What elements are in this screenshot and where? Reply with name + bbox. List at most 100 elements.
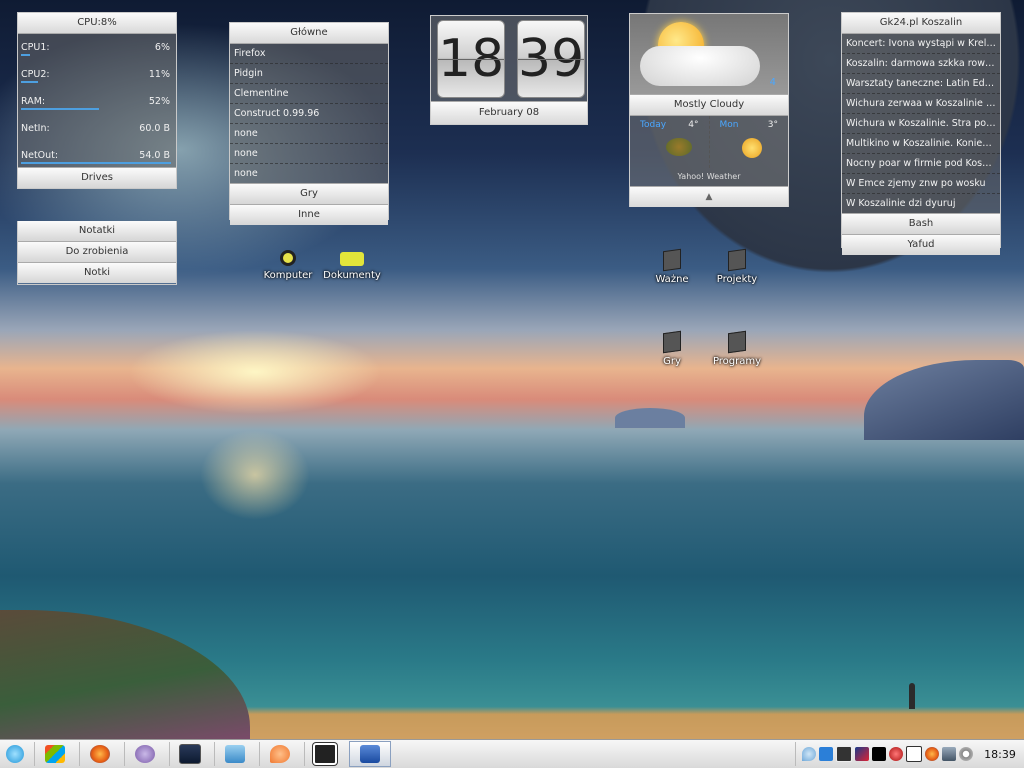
- news-item[interactable]: W Emce zjemy znw po wosku: [842, 174, 1000, 194]
- news-title: Gk24.pl Koszalin: [842, 13, 1000, 34]
- cloud-icon: [640, 46, 760, 86]
- pidgin-icon: [135, 745, 155, 763]
- terminal-icon[interactable]: [872, 747, 886, 761]
- desktop-icon-programy[interactable]: Programy: [702, 330, 772, 367]
- weather-widget: 4 Mostly Cloudy Today 4° Mon 3° Yahoo! W…: [629, 13, 789, 207]
- firefox-tray-icon[interactable]: [925, 747, 939, 761]
- stat-row-ram: RAM: 52%: [18, 88, 176, 115]
- news-item[interactable]: Wichura zerwaa w Koszalinie fr...: [842, 94, 1000, 114]
- do-zrobienia-button[interactable]: Do zrobienia: [18, 241, 176, 262]
- tomato-icon[interactable]: [889, 747, 903, 761]
- forecast-temp: 4°: [688, 120, 699, 130]
- desktop-icon-label: Dokumenty: [323, 270, 381, 281]
- notes-widget: Notatki Do zrobienia Notki: [17, 221, 177, 285]
- news-item[interactable]: Koszalin: darmowa szkka rowe...: [842, 54, 1000, 74]
- news-item[interactable]: Warsztaty taneczne: Latin Editi...: [842, 74, 1000, 94]
- documents-icon: [340, 252, 364, 266]
- news-item[interactable]: Koncert: Ivona wystąpi w Krelarni: [842, 34, 1000, 54]
- dropbox-icon[interactable]: [819, 747, 833, 761]
- folder-icon: [663, 248, 681, 272]
- folder-icon: [728, 248, 746, 272]
- stat-row-cpu1: CPU1: 6%: [18, 34, 176, 61]
- system-monitor-widget: CPU:8% CPU1: 6% CPU2: 11% RAM: 52% NetIn…: [17, 12, 177, 189]
- desktop-icon-label: Komputer: [263, 270, 313, 281]
- task-7zip[interactable]: [304, 742, 345, 766]
- desktop-icon-komputer[interactable]: Komputer: [253, 250, 323, 281]
- stat-label: CPU1:: [21, 42, 50, 53]
- stat-row-netin: NetIn: 60.0 B: [18, 115, 176, 142]
- stat-value: 54.0 B: [139, 150, 170, 161]
- bash-button[interactable]: Bash: [842, 213, 1000, 234]
- clock-hours: 18: [437, 20, 505, 98]
- drop-icon[interactable]: [802, 747, 816, 761]
- clementine-icon: [270, 745, 290, 763]
- island-right: [864, 360, 1024, 440]
- task-notebook[interactable]: [214, 742, 255, 766]
- monitor-icon: [179, 744, 201, 764]
- launcher-item-pidgin[interactable]: Pidgin: [230, 64, 388, 84]
- launcher-item-none-1[interactable]: none: [230, 124, 388, 144]
- screenshot-icon[interactable]: [836, 746, 852, 762]
- weather-forecast: Today 4° Mon 3°: [630, 116, 788, 168]
- desktop-icon-wazne[interactable]: Ważne: [637, 248, 707, 285]
- desktop-icon-label: Programy: [712, 356, 762, 367]
- task-pidgin[interactable]: [124, 742, 165, 766]
- weather-source: Yahoo! Weather: [677, 172, 741, 181]
- eye-icon[interactable]: [959, 747, 973, 761]
- desktop-settings-icon: [360, 745, 380, 763]
- taskbar: 18:39: [0, 739, 1024, 768]
- news-item[interactable]: Multikino w Koszalinie. Koniec...: [842, 134, 1000, 154]
- stat-row-cpu2: CPU2: 11%: [18, 61, 176, 88]
- acorn-leaf-icon: [666, 138, 692, 156]
- notki-button[interactable]: Notki: [18, 262, 176, 283]
- stat-value: 11%: [148, 69, 170, 80]
- clock-minutes: 39: [517, 20, 585, 98]
- system-tray: [795, 742, 976, 766]
- stat-row-netout: NetOut: 54.0 B: [18, 142, 176, 169]
- notatki-button[interactable]: Notatki: [18, 221, 176, 241]
- network-icon[interactable]: [942, 747, 956, 761]
- launcher-item-clementine[interactable]: Clementine: [230, 84, 388, 104]
- launcher-widget: Główne Firefox Pidgin Clementine Constru…: [229, 22, 389, 225]
- desktop-icon-label: Gry: [663, 356, 681, 367]
- yafud-button[interactable]: Yafud: [842, 234, 1000, 255]
- task-windows[interactable]: [34, 742, 75, 766]
- start-button[interactable]: [0, 741, 30, 767]
- forecast-temp: 3°: [767, 120, 778, 130]
- drives-button[interactable]: Drives: [18, 167, 176, 188]
- stat-label: NetIn:: [21, 123, 50, 134]
- weather-condition: Mostly Cloudy: [630, 94, 788, 116]
- news-item[interactable]: W Koszalinie dzi dyuruj: [842, 194, 1000, 213]
- launcher-item-none-2[interactable]: none: [230, 144, 388, 164]
- task-clementine[interactable]: [259, 742, 300, 766]
- folder-icon: [663, 330, 681, 354]
- launcher-item-none-3[interactable]: none: [230, 164, 388, 183]
- stat-value: 60.0 B: [139, 123, 170, 134]
- task-monitor[interactable]: [169, 742, 210, 766]
- gry-button[interactable]: Gry: [230, 183, 388, 204]
- inne-button[interactable]: Inne: [230, 204, 388, 225]
- sevenzip-icon: [313, 743, 337, 765]
- news-item[interactable]: Wichura w Koszalinie. Stra poa...: [842, 114, 1000, 134]
- firefox-icon: [90, 745, 110, 763]
- weather-current-temp: 4: [769, 77, 776, 88]
- news-item[interactable]: Nocny poar w firmie pod Kosz...: [842, 154, 1000, 174]
- island-small: [615, 408, 685, 428]
- weather-expand-button[interactable]: ▲: [630, 186, 788, 207]
- task-firefox[interactable]: [79, 742, 120, 766]
- launcher-item-firefox[interactable]: Firefox: [230, 44, 388, 64]
- pen-icon[interactable]: [855, 747, 869, 761]
- folder-icon: [728, 330, 746, 354]
- computer-icon: [280, 250, 296, 266]
- flip-clock-widget: 18 39 February 08: [430, 15, 588, 125]
- stat-label: NetOut:: [21, 150, 59, 161]
- desktop-icon-gry[interactable]: Gry: [637, 330, 707, 367]
- taskbar-clock[interactable]: 18:39: [976, 748, 1024, 761]
- stat-bar: [21, 108, 99, 110]
- task-desktop-settings[interactable]: [349, 741, 391, 767]
- desktop-icon-dokumenty[interactable]: Dokumenty: [317, 250, 387, 281]
- zotero-icon[interactable]: [906, 746, 922, 762]
- kde-logo-icon: [6, 745, 24, 763]
- desktop-icon-projekty[interactable]: Projekty: [702, 248, 772, 285]
- launcher-item-construct[interactable]: Construct 0.99.96: [230, 104, 388, 124]
